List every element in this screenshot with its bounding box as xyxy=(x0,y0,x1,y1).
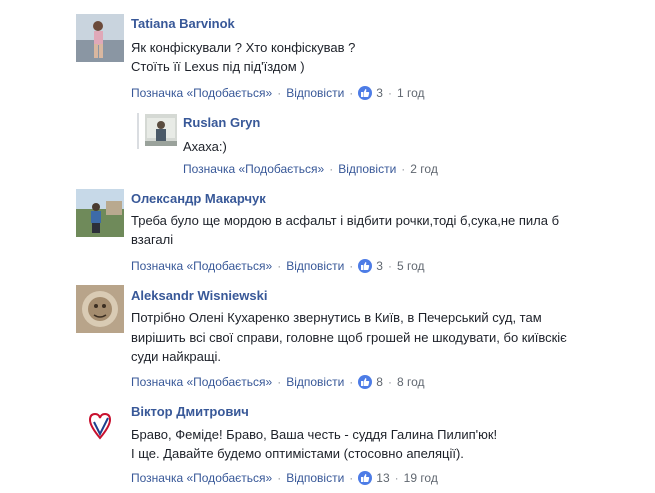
reply-link[interactable]: Відповісти xyxy=(286,471,344,485)
comment-text-line: Потрібно Олені Кухаренко звернутись в Ки… xyxy=(131,310,542,325)
separator-dot: · xyxy=(277,86,282,100)
comment-text-line: взагалі xyxy=(131,232,174,247)
comment-author[interactable]: Ruslan Gryn xyxy=(183,115,260,130)
like-count[interactable]: 8 xyxy=(376,375,383,389)
avatar[interactable] xyxy=(76,189,124,237)
reply-thread-line xyxy=(137,113,139,149)
comment-text-line: Треба було ще мордою в асфальт і відбити… xyxy=(131,213,560,228)
like-link[interactable]: Позначка «Подобається» xyxy=(131,375,272,389)
comment-author[interactable]: Олександр Макарчук xyxy=(131,191,266,206)
separator-dot: · xyxy=(277,259,282,273)
timestamp[interactable]: 5 год xyxy=(397,259,425,273)
comment-actions: Позначка «Подобається» · Відповісти · 13… xyxy=(131,471,438,485)
avatar[interactable] xyxy=(76,404,124,452)
separator-dot: · xyxy=(387,375,392,389)
like-link[interactable]: Позначка «Подобається» xyxy=(183,162,324,176)
comment-author[interactable]: Aleksandr Wisniewski xyxy=(131,288,267,303)
like-count[interactable]: 13 xyxy=(376,471,389,485)
comment-actions: Позначка «Подобається» · Відповісти · 3 … xyxy=(131,259,425,273)
comment-actions: Позначка «Подобається» · Відповісти · 8 … xyxy=(131,375,425,389)
reply-link[interactable]: Відповісти xyxy=(338,162,396,176)
separator-dot: · xyxy=(387,259,392,273)
thumbs-up-icon[interactable] xyxy=(358,86,373,100)
comment-author[interactable]: Віктор Дмитрович xyxy=(131,404,249,419)
separator-dot: · xyxy=(349,375,354,389)
thumbs-up-icon[interactable] xyxy=(358,259,373,273)
avatar-image xyxy=(76,404,124,452)
avatar[interactable] xyxy=(76,14,124,62)
separator-dot: · xyxy=(349,259,354,273)
like-link[interactable]: Позначка «Подобається» xyxy=(131,86,272,100)
timestamp[interactable]: 2 год xyxy=(410,162,438,176)
thumbs-up-icon[interactable] xyxy=(358,375,373,389)
avatar-image xyxy=(76,14,124,62)
separator-dot: · xyxy=(277,471,282,485)
separator-dot: · xyxy=(349,471,354,485)
like-count[interactable]: 3 xyxy=(376,259,383,273)
comment-text-line: Ахаха:) xyxy=(183,139,227,154)
thumbs-up-icon[interactable] xyxy=(358,471,373,485)
avatar[interactable] xyxy=(145,114,177,146)
timestamp[interactable]: 8 год xyxy=(397,375,425,389)
timestamp[interactable]: 19 год xyxy=(404,471,438,485)
comment-text-line: суди найкращі. xyxy=(131,349,222,364)
comment-text-line: Стоїть її Lexus під під'їздом ) xyxy=(131,59,305,74)
avatar-image xyxy=(145,114,177,146)
separator-dot: · xyxy=(387,86,392,100)
comment-text-line: Браво, Феміде! Браво, Ваша честь - суддя… xyxy=(131,427,498,442)
separator-dot: · xyxy=(401,162,406,176)
comment-actions: Позначка «Подобається» · Відповісти · 3 … xyxy=(131,86,425,100)
like-link[interactable]: Позначка «Подобається» xyxy=(131,471,272,485)
avatar[interactable] xyxy=(76,285,124,333)
reply-link[interactable]: Відповісти xyxy=(286,86,344,100)
timestamp[interactable]: 1 год xyxy=(397,86,425,100)
comment-text-line: вирішить всі свої справи, головне щоб гр… xyxy=(131,330,567,345)
comment-actions: Позначка «Подобається» · Відповісти · 2 … xyxy=(183,162,438,176)
separator-dot: · xyxy=(277,375,282,389)
comment-text-line: І ще. Давайте будемо оптимістами (стосов… xyxy=(131,446,464,461)
avatar-image xyxy=(76,285,124,333)
separator-dot: · xyxy=(349,86,354,100)
like-count[interactable]: 3 xyxy=(376,86,383,100)
reply-link[interactable]: Відповісти xyxy=(286,375,344,389)
separator-dot: · xyxy=(329,162,334,176)
comment-author[interactable]: Tatiana Barvinok xyxy=(131,16,235,31)
avatar-image xyxy=(76,189,124,237)
comment-text-line: Як конфіскували ? Хто конфіскував ? xyxy=(131,40,356,55)
separator-dot: · xyxy=(394,471,399,485)
like-link[interactable]: Позначка «Подобається» xyxy=(131,259,272,273)
reply-link[interactable]: Відповісти xyxy=(286,259,344,273)
